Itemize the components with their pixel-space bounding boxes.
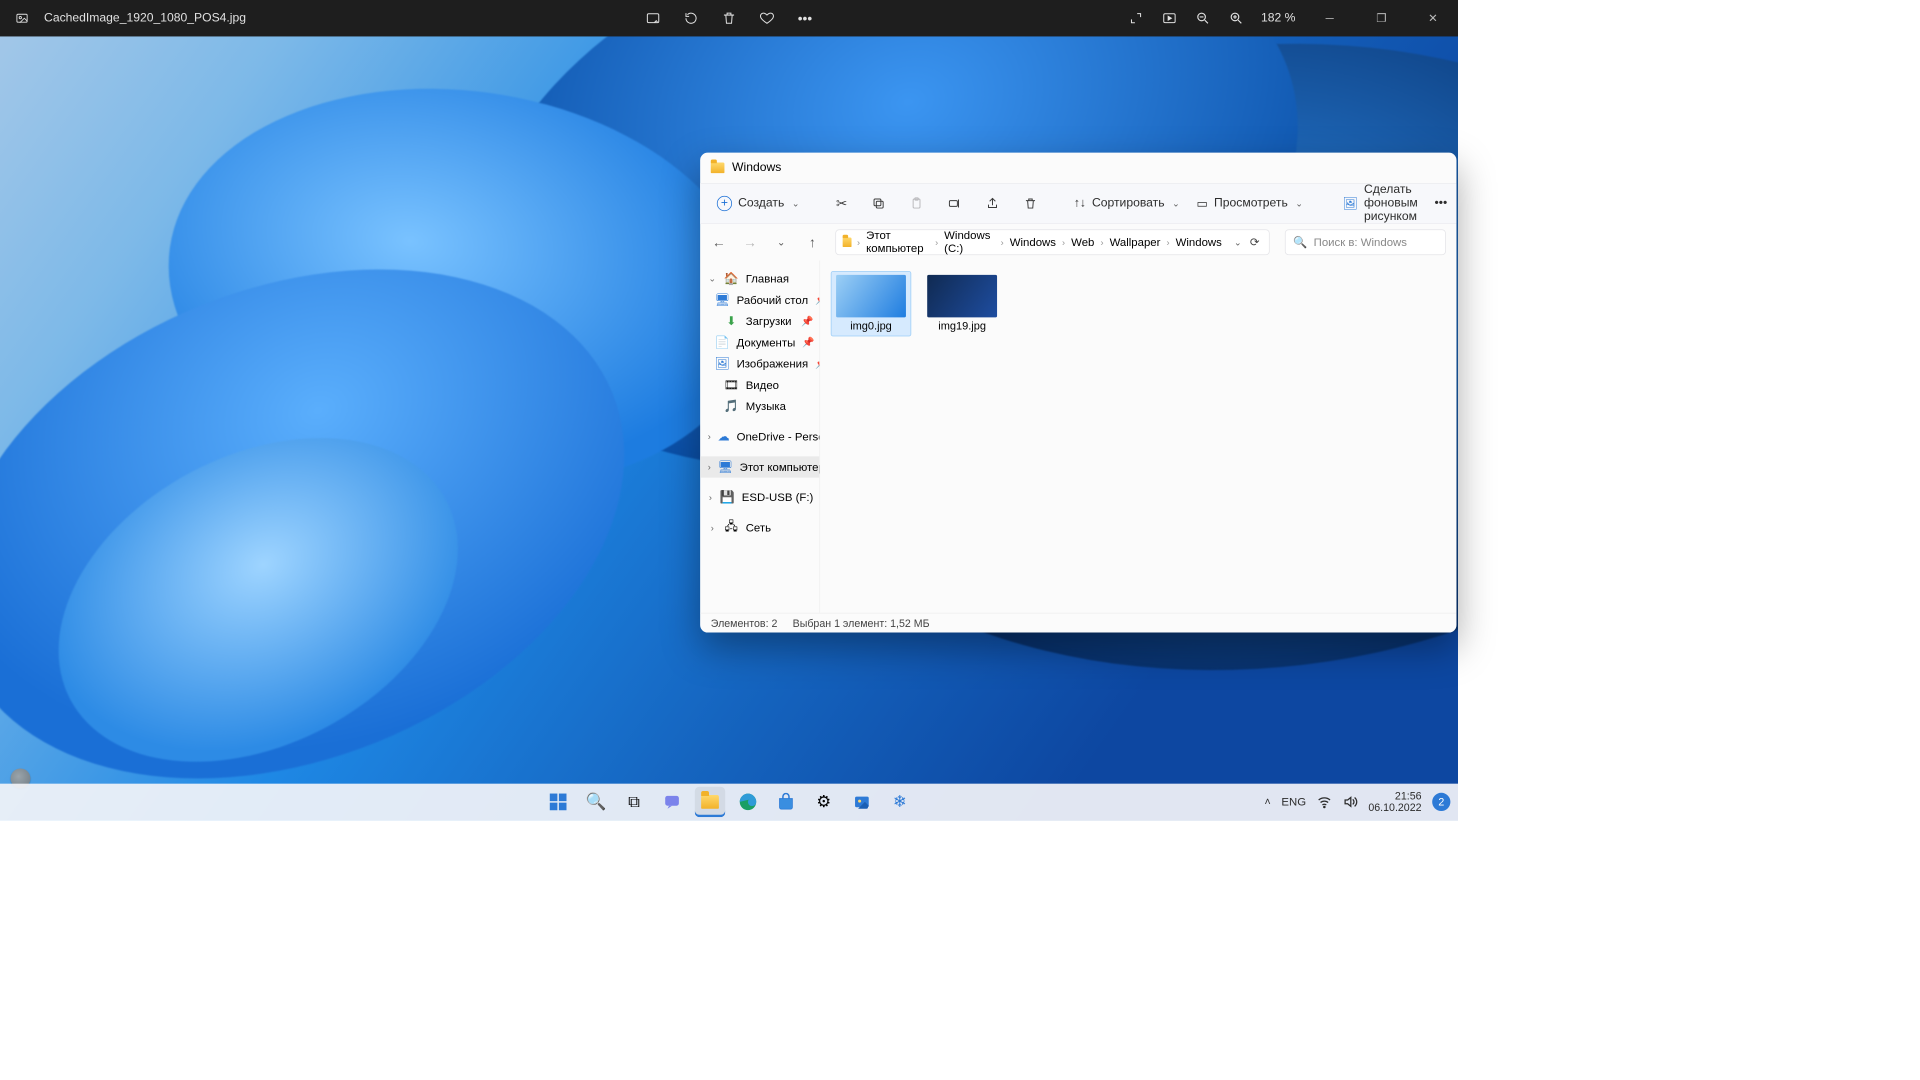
tray-wifi-icon[interactable]: [1317, 794, 1332, 809]
cut-icon[interactable]: ✂: [836, 196, 847, 212]
pin-icon: 📌: [801, 315, 813, 327]
fullscreen-icon[interactable]: [1127, 10, 1144, 27]
zoom-level: 182 %: [1261, 11, 1295, 25]
rotate-icon[interactable]: [683, 10, 700, 27]
breadcrumb-item[interactable]: Wallpaper: [1108, 236, 1162, 249]
slideshow-icon[interactable]: [1161, 10, 1178, 27]
file-name: img19.jpg: [938, 320, 986, 332]
set-background-button[interactable]: 🖼Сделать фоновым рисунком: [1339, 180, 1420, 227]
sidebar-item-thispc[interactable]: ›🖥Этот компьютер: [700, 456, 819, 477]
file-item[interactable]: img19.jpg: [922, 271, 1002, 336]
folder-icon: [843, 237, 852, 247]
explorer-statusbar: Элементов: 2 Выбран 1 элемент: 1,52 МБ: [700, 613, 1456, 633]
search-input[interactable]: 🔍 Поиск в: Windows: [1285, 229, 1446, 255]
taskbar-search-icon[interactable]: 🔍: [581, 787, 611, 817]
refresh-icon[interactable]: ⟳: [1246, 235, 1263, 249]
more-icon[interactable]: •••: [797, 10, 814, 27]
trash-icon[interactable]: [1024, 197, 1038, 211]
taskbar-taskview-icon[interactable]: ⧉: [619, 787, 649, 817]
explorer-sidebar: ⌄🏠Главная 🖥Рабочий стол📌 ⬇Загрузки📌 📄Док…: [700, 260, 820, 612]
taskbar: 🔍 ⧉ ⚙ ❄ ˄ ENG 21:56 06.10.2022 2: [0, 784, 1458, 820]
start-button[interactable]: [543, 787, 573, 817]
explorer-title: Windows: [732, 161, 781, 175]
breadcrumb-item[interactable]: Windows: [1008, 236, 1057, 249]
delete-icon[interactable]: [721, 10, 738, 27]
search-icon: 🔍: [1293, 235, 1307, 249]
pin-icon: 📌: [802, 336, 814, 348]
taskbar-explorer-icon[interactable]: [695, 787, 725, 817]
nav-up-icon[interactable]: ↑: [804, 234, 820, 250]
rename-icon[interactable]: [948, 197, 962, 211]
pin-icon: 📌: [815, 358, 820, 370]
file-thumb: [836, 275, 906, 318]
taskbar-store-icon[interactable]: [771, 787, 801, 817]
nav-history-icon[interactable]: ⌄: [773, 236, 789, 248]
photos-filename: CachedImage_1920_1080_POS4.jpg: [44, 11, 246, 25]
favorite-icon[interactable]: [759, 10, 776, 27]
paste-icon: [910, 197, 924, 211]
zoom-out-icon[interactable]: [1194, 10, 1211, 27]
sort-button[interactable]: ↑↓Сортировать⌄: [1071, 194, 1183, 214]
sidebar-item-pictures[interactable]: 🖼Изображения📌: [700, 353, 819, 374]
breadcrumb-item[interactable]: Windows: [1174, 236, 1223, 249]
window-minimize-icon[interactable]: ─: [1312, 6, 1347, 30]
file-grid: img0.jpg img19.jpg: [820, 260, 1456, 612]
breadcrumb-item[interactable]: Windows (C:): [943, 229, 996, 255]
photos-titlebar: CachedImage_1920_1080_POS4.jpg ••• 182 %…: [0, 0, 1458, 36]
explorer-window: Windows +Создать⌄ ✂ ↑↓Сортировать⌄ ▭Прос…: [700, 153, 1456, 633]
tray-chevron-icon[interactable]: ˄: [1265, 796, 1271, 808]
tray-clock[interactable]: 21:56 06.10.2022: [1368, 791, 1421, 814]
pin-icon: 📌: [815, 294, 820, 306]
search-placeholder: Поиск в: Windows: [1314, 236, 1407, 249]
breadcrumb-item[interactable]: Web: [1070, 236, 1096, 249]
sidebar-item-home[interactable]: ⌄🏠Главная: [700, 268, 819, 289]
zoom-in-icon[interactable]: [1228, 10, 1245, 27]
taskbar-photos-icon[interactable]: [847, 787, 877, 817]
sidebar-item-onedrive[interactable]: ›☁OneDrive - Personal: [700, 426, 819, 447]
explorer-toolbar: +Создать⌄ ✂ ↑↓Сортировать⌄ ▭Просмотреть⌄…: [700, 183, 1456, 224]
status-selection: Выбран 1 элемент: 1,52 МБ: [793, 617, 930, 629]
taskbar-app-icon[interactable]: ❄: [885, 787, 915, 817]
toolbar-more-icon[interactable]: •••: [1431, 194, 1450, 214]
tray-language[interactable]: ENG: [1281, 795, 1306, 808]
file-item[interactable]: img0.jpg: [831, 271, 911, 336]
explorer-address-row: ← → ⌄ ↑ › Этот компьютер› Windows (C:)› …: [700, 224, 1456, 260]
chevron-down-icon[interactable]: ⌄: [1234, 237, 1242, 248]
folder-icon: [711, 163, 725, 174]
status-count: Элементов: 2: [711, 617, 778, 629]
file-thumb: [927, 275, 997, 318]
breadcrumb-bar[interactable]: › Этот компьютер› Windows (C:)› Windows›…: [836, 229, 1270, 255]
sidebar-item-videos[interactable]: 🎞Видео: [700, 374, 819, 395]
edit-icon[interactable]: [645, 10, 662, 27]
copy-icon[interactable]: [872, 197, 886, 211]
breadcrumb-item[interactable]: Этот компьютер: [865, 229, 931, 255]
sidebar-item-network[interactable]: ›🖧Сеть: [700, 517, 819, 538]
file-name: img0.jpg: [850, 320, 892, 332]
tray-notification-badge[interactable]: 2: [1432, 793, 1450, 811]
window-close-icon[interactable]: ✕: [1415, 6, 1450, 30]
photos-app-icon: [14, 10, 31, 27]
sidebar-item-music[interactable]: 🎵Музыка: [700, 396, 819, 417]
window-maximize-icon[interactable]: ❐: [1364, 6, 1399, 30]
sidebar-item-downloads[interactable]: ⬇Загрузки📌: [700, 311, 819, 332]
sidebar-item-desktop[interactable]: 🖥Рабочий стол📌: [700, 289, 819, 310]
sidebar-item-esd[interactable]: ›💾ESD-USB (F:): [700, 487, 819, 508]
create-button[interactable]: +Создать⌄: [714, 193, 803, 214]
nav-forward-icon: →: [742, 234, 758, 250]
taskbar-chat-icon[interactable]: [657, 787, 687, 817]
system-tray: ˄ ENG 21:56 06.10.2022 2: [1265, 791, 1451, 814]
taskbar-edge-icon[interactable]: [733, 787, 763, 817]
share-icon[interactable]: [986, 197, 1000, 211]
explorer-titlebar[interactable]: Windows: [700, 153, 1456, 183]
nav-back-icon[interactable]: ←: [711, 234, 727, 250]
taskbar-settings-icon[interactable]: ⚙: [809, 787, 839, 817]
sidebar-item-documents[interactable]: 📄Документы📌: [700, 332, 819, 353]
tray-volume-icon[interactable]: [1343, 794, 1358, 809]
view-button[interactable]: ▭Просмотреть⌄: [1193, 193, 1306, 214]
